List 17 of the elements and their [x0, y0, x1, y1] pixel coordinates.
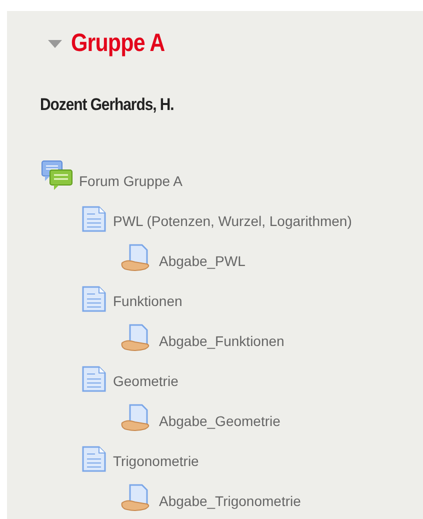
activity-link[interactable]: Geometrie [113, 370, 178, 392]
document-icon [81, 206, 107, 232]
document-icon [81, 446, 107, 472]
activity-link[interactable]: Abgabe_Geometrie [159, 410, 280, 432]
activity-link[interactable]: Forum Gruppe A [79, 170, 182, 192]
section-title: Gruppe A [71, 31, 165, 56]
activity-link[interactable]: Abgabe_Trigonometrie [159, 490, 301, 512]
section-subheading: Dozent Gerhards, H. [40, 94, 175, 116]
document-icon [81, 366, 107, 392]
document-icon [81, 286, 107, 312]
forum-icon [41, 160, 73, 192]
activity-link[interactable]: Funktionen [113, 290, 182, 312]
activity-link[interactable]: Abgabe_PWL [159, 250, 246, 272]
caret-icon[interactable] [47, 38, 63, 48]
activity-link[interactable]: Abgabe_Funktionen [159, 330, 284, 352]
activity-link[interactable]: PWL (Potenzen, Wurzel, Logarithmen) [113, 210, 352, 232]
activity-link[interactable]: Trigonometrie [113, 450, 199, 472]
